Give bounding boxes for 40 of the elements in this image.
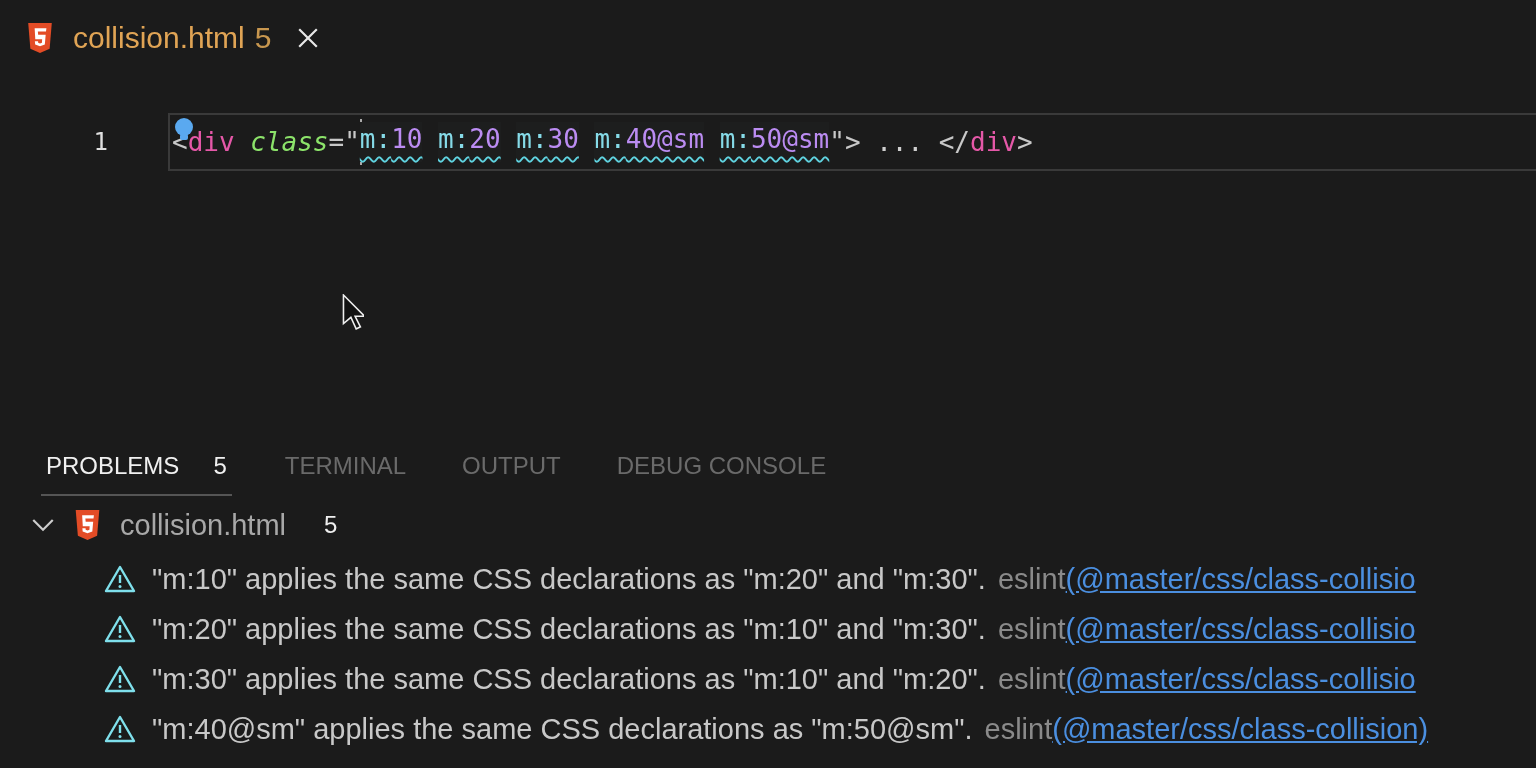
problem-source: eslint	[984, 712, 1053, 746]
panel-tab[interactable]: TERMINAL	[279, 438, 412, 496]
mouse-pointer-icon	[342, 294, 364, 330]
warning-icon	[104, 565, 136, 593]
problem-message: "m:30" applies the same CSS declarations as "m:10" and "m:20".	[152, 662, 986, 696]
problem-count: 5	[324, 511, 338, 539]
attribute-name: class	[250, 126, 329, 159]
problem-source: eslint	[997, 662, 1066, 696]
warning-icon	[104, 665, 136, 693]
warning-icon	[104, 715, 136, 743]
rule-link[interactable]: (@master/css/class-collision)	[1052, 712, 1429, 746]
problem-source: eslint	[997, 562, 1066, 596]
rule-link[interactable]: (@master/css/class-collisio	[1065, 562, 1416, 596]
problem-message: "m:20" applies the same CSS declarations as "m:10" and "m:30".	[152, 612, 986, 646]
chevron-down-icon[interactable]	[32, 518, 54, 532]
editor-tab[interactable]: collision.html 5	[26, 21, 320, 55]
problem-message: "m:40@sm" applies the same CSS declarations as "m:50@sm".	[152, 712, 973, 746]
line-number: 1	[92, 128, 109, 156]
html5-icon	[74, 510, 101, 540]
problem-source: eslint	[997, 612, 1066, 646]
rule-link[interactable]: (@master/css/class-collisio	[1065, 662, 1416, 696]
tag-name: div	[970, 126, 1017, 159]
class-name: m:10	[359, 122, 423, 162]
html5-icon	[26, 23, 54, 53]
problem-count: 5	[254, 21, 272, 55]
tab-filename: collision.html	[73, 21, 245, 55]
tag-name: div	[187, 126, 235, 159]
panel-tab[interactable]: PROBLEMS 5	[41, 438, 232, 496]
code-punctuation: </	[938, 126, 971, 159]
warning-icon	[104, 615, 136, 643]
panel-tab[interactable]: OUTPUT	[457, 438, 566, 496]
code-punctuation: ="	[328, 126, 360, 159]
problem-message: "m:10" applies the same CSS declarations as "m:20" and "m:30".	[152, 562, 986, 596]
rule-link[interactable]: (@master/css/class-collisio	[1065, 612, 1416, 646]
code-punctuation: ">	[829, 126, 861, 159]
code-punctuation: >	[1017, 126, 1033, 159]
folded-ellipsis[interactable]: ...	[876, 125, 924, 159]
close-icon[interactable]	[297, 27, 320, 49]
panel-tab[interactable]: DEBUG CONSOLE	[611, 438, 832, 496]
file-name: collision.html	[120, 508, 286, 542]
